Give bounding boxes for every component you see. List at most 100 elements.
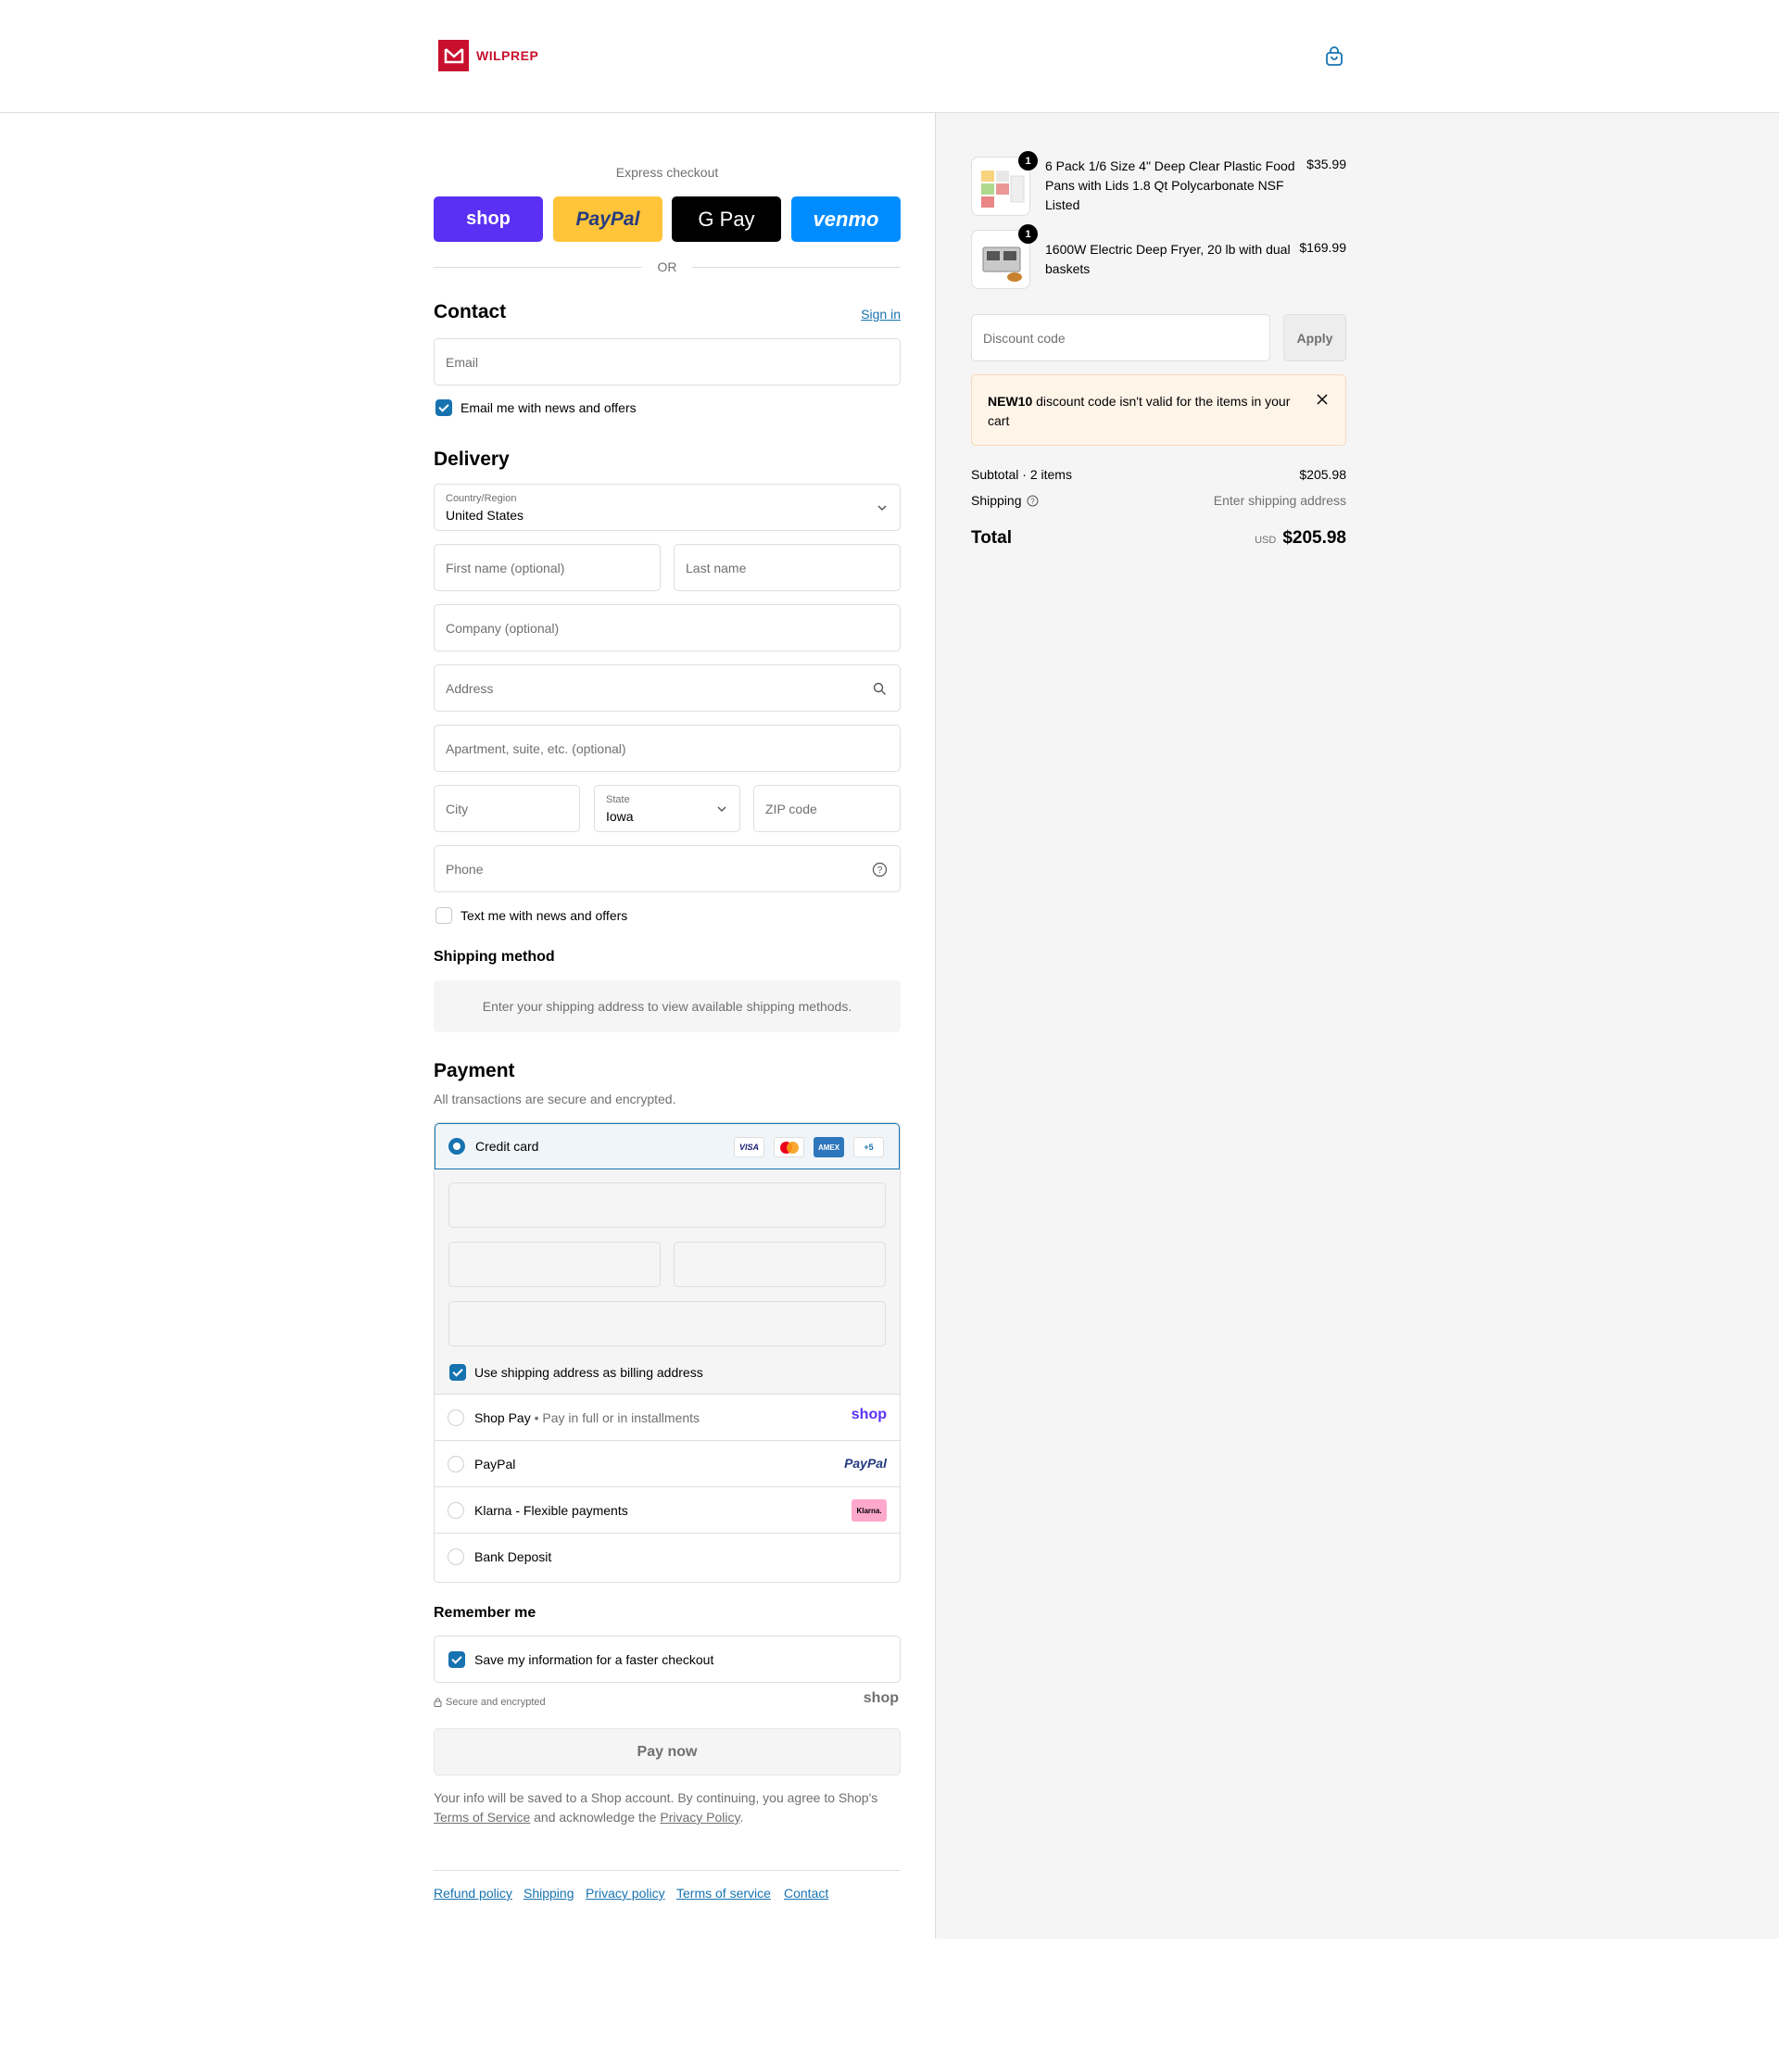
chevron-down-icon: [877, 505, 887, 512]
country-select[interactable]: Country/Region United States: [434, 484, 901, 531]
svg-text:?: ?: [877, 865, 883, 876]
shipping-value: Enter shipping address: [1213, 493, 1346, 508]
total-value: $205.98: [1282, 528, 1346, 548]
credit-card-fields: Use shipping address as billing address: [435, 1169, 900, 1395]
shopping-bag-icon[interactable]: [1324, 46, 1344, 67]
visa-icon: VISA: [734, 1137, 764, 1157]
zip-field[interactable]: ZIP code: [753, 785, 901, 832]
item-name: 1600W Electric Deep Fryer, 20 lb with du…: [1045, 242, 1291, 276]
apply-discount-button[interactable]: Apply: [1283, 314, 1346, 361]
email-news-checkbox[interactable]: [435, 399, 452, 416]
city-placeholder: City: [446, 801, 469, 816]
shipping-label: Shipping: [971, 493, 1022, 508]
remember-me-heading: Remember me: [434, 1605, 536, 1621]
paypal-express-button[interactable]: PayPal: [553, 196, 662, 242]
email-field[interactable]: Email: [434, 338, 901, 385]
shop-pay-express-button[interactable]: shop: [434, 196, 543, 242]
search-icon: [873, 682, 886, 695]
discount-error-banner: NEW10 discount code isn't valid for the …: [971, 374, 1346, 446]
klarna-radio[interactable]: [448, 1502, 464, 1519]
bank-deposit-radio[interactable]: [448, 1548, 464, 1565]
store-logo[interactable]: WILPREP: [438, 40, 538, 71]
secure-note: Secure and encrypted: [434, 1697, 546, 1708]
discount-error-text: NEW10 discount code isn't valid for the …: [988, 394, 1291, 428]
footer-divider: [434, 1870, 901, 1871]
google-pay-express-button[interactable]: G Pay: [672, 196, 781, 242]
credit-card-label: Credit card: [475, 1139, 539, 1154]
shop-pay-logo: shop: [851, 1407, 887, 1422]
venmo-express-button[interactable]: venmo: [791, 196, 901, 242]
credit-card-radio[interactable]: [448, 1138, 465, 1155]
company-field[interactable]: Company (optional): [434, 604, 901, 651]
shipping-row: Shipping ?: [971, 493, 1039, 508]
paypal-radio[interactable]: [448, 1456, 464, 1472]
address-placeholder: Address: [446, 680, 494, 696]
phone-field[interactable]: Phone ?: [434, 845, 901, 892]
subtotal-label: Subtotal · 2 items: [971, 467, 1072, 482]
item-price: $169.99: [1299, 240, 1346, 255]
email-placeholder: Email: [446, 354, 479, 370]
chevron-down-icon: [717, 806, 726, 813]
zip-placeholder: ZIP code: [765, 801, 817, 816]
logo-mark-icon: [438, 40, 469, 71]
logo-text: WILPREP: [476, 48, 539, 63]
help-circle-icon[interactable]: ?: [872, 862, 888, 878]
apartment-field[interactable]: Apartment, suite, etc. (optional): [434, 725, 901, 772]
first-name-field[interactable]: First name (optional): [434, 544, 661, 591]
save-info-checkbox[interactable]: [448, 1651, 465, 1668]
shop-pay-label: Shop Pay: [474, 1410, 531, 1425]
last-name-field[interactable]: Last name: [674, 544, 901, 591]
paypal-option[interactable]: PayPal PayPal: [435, 1441, 900, 1487]
contact-link[interactable]: Contact: [784, 1886, 828, 1901]
subtotal-value: $205.98: [1299, 467, 1346, 482]
country-value: United States: [446, 508, 524, 523]
shipping-method-heading: Shipping method: [434, 949, 555, 965]
remember-me-box: Save my information for a faster checkou…: [434, 1636, 901, 1683]
lock-icon: [434, 1698, 442, 1707]
quantity-badge: 1: [1018, 224, 1038, 244]
error-code: NEW10: [988, 394, 1033, 409]
card-expiry-field[interactable]: [448, 1242, 661, 1287]
text-news-checkbox[interactable]: [435, 907, 452, 924]
billing-same-label: Use shipping address as billing address: [474, 1365, 703, 1380]
sign-in-link[interactable]: Sign in: [861, 307, 901, 322]
pay-now-button[interactable]: Pay now: [434, 1728, 901, 1775]
address-field[interactable]: Address: [434, 664, 901, 712]
currency-code: USD: [1255, 535, 1277, 546]
terms-link[interactable]: Terms of Service: [434, 1810, 530, 1825]
state-label: State: [606, 794, 630, 805]
discount-code-field[interactable]: Discount code: [971, 314, 1270, 361]
quantity-badge: 1: [1018, 151, 1038, 171]
klarna-logo: Klarna.: [852, 1499, 887, 1522]
credit-card-option[interactable]: Credit card VISA AMEX +5: [435, 1123, 900, 1169]
shop-pay-option[interactable]: Shop Pay • Pay in full or in installment…: [435, 1395, 900, 1441]
company-placeholder: Company (optional): [446, 620, 560, 636]
card-name-field[interactable]: [448, 1301, 886, 1346]
billing-same-checkbox[interactable]: [449, 1364, 466, 1381]
klarna-option[interactable]: Klarna - Flexible payments Klarna.: [435, 1487, 900, 1534]
refund-policy-link[interactable]: Refund policy: [434, 1886, 512, 1901]
privacy-link[interactable]: Privacy Policy: [660, 1810, 739, 1825]
first-name-placeholder: First name (optional): [446, 560, 565, 575]
shop-pay-radio[interactable]: [448, 1409, 464, 1426]
privacy-policy-link[interactable]: Privacy policy: [586, 1886, 665, 1901]
terms-of-service-link[interactable]: Terms of service: [676, 1886, 771, 1901]
state-select[interactable]: State Iowa: [594, 785, 740, 832]
city-field[interactable]: City: [434, 785, 580, 832]
discount-code-placeholder: Discount code: [983, 330, 1066, 346]
card-number-field[interactable]: [448, 1182, 886, 1228]
item-name: 6 Pack 1/6 Size 4" Deep Clear Plastic Fo…: [1045, 158, 1295, 212]
shop-logo: shop: [863, 1690, 899, 1706]
total-row: USD $205.98: [1255, 528, 1346, 549]
last-name-placeholder: Last name: [686, 560, 747, 575]
shipping-link[interactable]: Shipping: [524, 1886, 574, 1901]
bank-deposit-option[interactable]: Bank Deposit: [435, 1534, 900, 1580]
close-icon[interactable]: [1317, 394, 1328, 405]
klarna-label: Klarna - Flexible payments: [474, 1503, 628, 1518]
help-circle-icon[interactable]: ?: [1027, 495, 1039, 507]
item-price: $35.99: [1306, 157, 1346, 171]
phone-placeholder: Phone: [446, 861, 484, 877]
card-cvv-field[interactable]: [674, 1242, 886, 1287]
divider-right: [692, 267, 901, 268]
bank-deposit-label: Bank Deposit: [474, 1549, 552, 1564]
